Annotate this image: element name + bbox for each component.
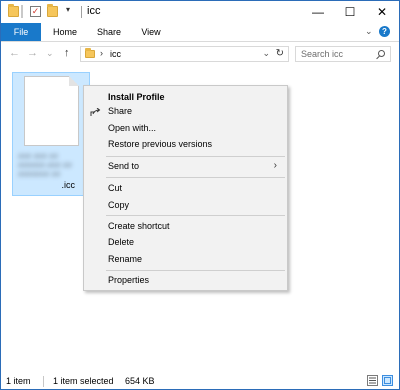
navigation-bar: ← → ⌄ ↑ › icc ⌄ ↻ Search icc <box>1 42 399 66</box>
menu-item-cut[interactable]: Cut <box>84 180 287 196</box>
menu-item-label: Delete <box>108 237 135 247</box>
menu-separator <box>106 156 285 157</box>
menu-item-label: Open with... <box>108 123 157 133</box>
title-separator <box>81 6 82 18</box>
menu-separator <box>106 177 285 178</box>
blurred-line: ######-### ## <box>18 161 72 170</box>
maximize-button[interactable]: ☐ <box>334 1 366 23</box>
folder-icon <box>8 4 19 17</box>
status-bar: 1 item 1 item selected 654 KB <box>1 367 399 389</box>
menu-item-label: Restore previous versions <box>108 139 213 149</box>
menu-item-label: Rename <box>108 254 143 264</box>
recent-locations-chevron-icon[interactable]: ⌄ <box>46 48 54 59</box>
forward-arrow-icon[interactable]: → <box>27 47 38 59</box>
status-item-count: 1 item <box>6 376 31 386</box>
search-box[interactable]: Search icc <box>295 46 391 62</box>
title-bar: ✓ ▾ icc — ☐ ✕ <box>1 1 399 23</box>
menu-separator <box>106 215 285 216</box>
menu-item-share[interactable]: Share <box>84 103 287 119</box>
menu-item-rename[interactable]: Rename <box>84 251 287 267</box>
minimize-button[interactable]: — <box>302 1 334 23</box>
blurred-line: ####### ## <box>18 170 61 179</box>
up-arrow-icon[interactable]: ↑ <box>64 47 70 59</box>
status-selected-count: 1 item selected <box>53 376 114 386</box>
ribbon-tabs: File Home Share View ⌄ ? <box>1 23 399 42</box>
help-icon[interactable]: ? <box>379 26 390 37</box>
tab-view[interactable]: View <box>131 23 171 41</box>
menu-item-label: Create shortcut <box>108 221 170 231</box>
details-view-icon[interactable] <box>367 375 378 386</box>
address-bar[interactable]: › icc ⌄ ↻ <box>80 46 289 62</box>
file-document-icon <box>24 76 79 146</box>
menu-item-label: Send to <box>108 161 140 171</box>
tab-home[interactable]: Home <box>45 23 85 41</box>
search-icon <box>378 50 385 57</box>
refresh-icon[interactable]: ↻ <box>276 48 284 59</box>
submenu-arrow-icon: › <box>273 160 277 171</box>
ribbon-expand-chevron-icon[interactable]: ⌄ <box>365 26 373 37</box>
address-path[interactable]: icc <box>110 49 121 59</box>
context-menu: Install Profile Share Open with... Resto… <box>83 85 288 291</box>
tab-share[interactable]: Share <box>89 23 129 41</box>
file-name-blurred: ### ### ## ######-### ## ####### ## <box>18 152 86 180</box>
explorer-window: ✓ ▾ icc — ☐ ✕ File Home Share View ⌄ ? ←… <box>0 0 400 390</box>
new-folder-icon[interactable] <box>47 4 58 17</box>
search-input[interactable]: Search icc <box>301 49 343 59</box>
menu-item-restore-previous-versions[interactable]: Restore previous versions <box>84 136 287 152</box>
address-chevron-icon[interactable]: › <box>100 48 103 58</box>
menu-item-label: Cut <box>108 183 123 193</box>
properties-check-icon[interactable]: ✓ <box>30 6 41 17</box>
address-folder-icon <box>85 48 95 58</box>
file-item-selected[interactable]: ### ### ## ######-### ## ####### ## .icc <box>12 72 90 196</box>
menu-item-label: Share <box>108 106 133 116</box>
file-name-label: .icc <box>61 180 76 190</box>
menu-item-copy[interactable]: Copy <box>84 197 287 213</box>
menu-item-open-with[interactable]: Open with... <box>84 120 287 136</box>
menu-item-properties[interactable]: Properties <box>84 272 287 288</box>
close-button[interactable]: ✕ <box>366 1 398 23</box>
status-separator <box>43 376 44 387</box>
menu-item-label: Properties <box>108 275 150 285</box>
menu-separator <box>106 270 285 271</box>
menu-item-send-to[interactable]: Send to › <box>84 158 287 174</box>
menu-item-delete[interactable]: Delete <box>84 234 287 250</box>
blurred-line: ### ### ## <box>18 152 59 161</box>
menu-item-label: Copy <box>108 200 130 210</box>
divider <box>21 5 23 18</box>
address-dropdown-icon[interactable]: ⌄ <box>262 48 270 59</box>
back-arrow-icon[interactable]: ← <box>9 47 20 59</box>
window-title: icc <box>87 5 101 17</box>
menu-item-create-shortcut[interactable]: Create shortcut <box>84 218 287 234</box>
tab-file[interactable]: File <box>1 23 41 41</box>
status-selected-size: 654 KB <box>125 376 155 386</box>
large-icons-view-icon[interactable] <box>382 375 393 386</box>
quick-access-dropdown-icon[interactable]: ▾ <box>63 5 73 15</box>
